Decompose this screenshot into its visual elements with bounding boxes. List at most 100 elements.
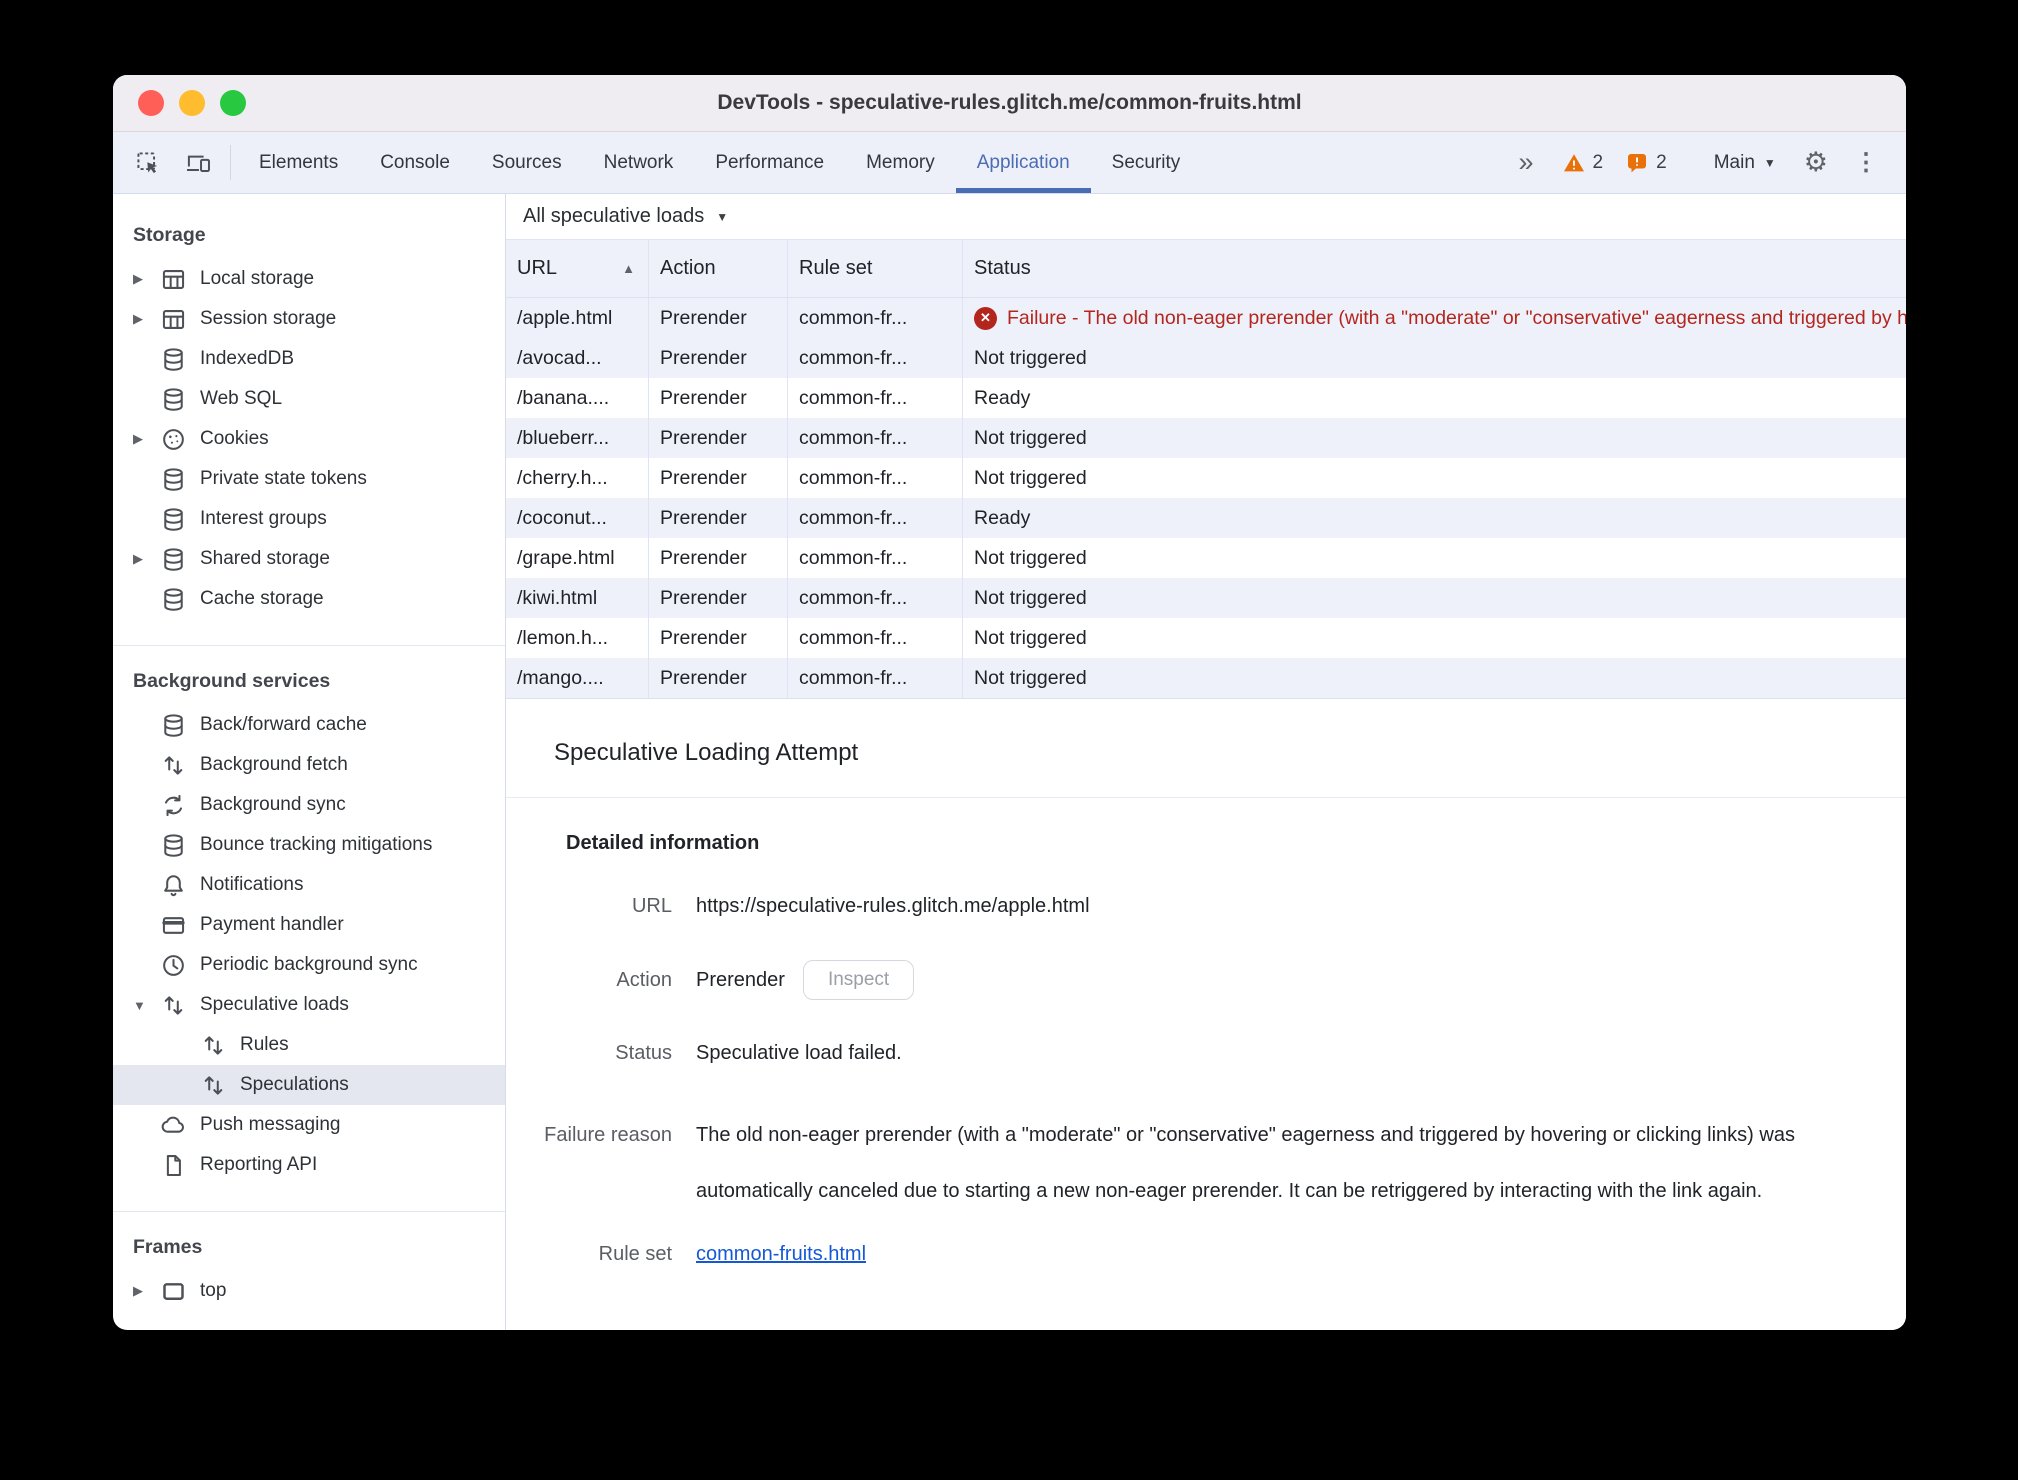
sidebar-item-label: Speculations <box>240 1074 349 1095</box>
tab-memory[interactable]: Memory <box>845 132 956 193</box>
sidebar-item-local-storage[interactable]: ▶ Local storage <box>113 259 505 299</box>
cell-status: Not triggered <box>974 426 1087 449</box>
kebab-menu-button[interactable]: ⋮ <box>1844 150 1888 175</box>
table-row[interactable]: /coconut... Prerender common-fr... Ready <box>506 498 1906 538</box>
arrows-updown-icon <box>164 755 183 775</box>
table-row[interactable]: /banana.... Prerender common-fr... Ready <box>506 378 1906 418</box>
sidebar-item-top[interactable]: ▶ top <box>113 1271 505 1311</box>
column-header-action[interactable]: Action <box>649 240 788 297</box>
detail-row-url: URL https://speculative-rules.glitch.me/… <box>520 895 1906 918</box>
sidebar-item-bounce-tracking-mitigations[interactable]: Bounce tracking mitigations <box>113 825 505 865</box>
sidebar-item-indexeddb[interactable]: IndexedDB <box>113 339 505 379</box>
column-header-rule-set[interactable]: Rule set <box>788 240 963 297</box>
zoom-window-button[interactable] <box>220 90 246 116</box>
sidebar-item-back-forward-cache[interactable]: Back/forward cache <box>113 705 505 745</box>
tab-application[interactable]: Application <box>955 132 1091 193</box>
arrows-updown-icon <box>204 1035 223 1055</box>
sidebar-item-background-sync[interactable]: Background sync <box>113 785 505 825</box>
sidebar-section-background-services: Background services Back/forward cache Bac… <box>113 646 505 1212</box>
sidebar-item-shared-storage[interactable]: ▶ Shared storage <box>113 539 505 579</box>
settings-button[interactable]: ⚙ <box>1794 149 1838 176</box>
device-toolbar-button[interactable] <box>173 132 223 193</box>
table-row[interactable]: /lemon.h... Prerender common-fr... Not trig… <box>506 618 1906 658</box>
table-icon <box>162 269 185 289</box>
speculation-filter-dropdown[interactable]: All speculative loads ▼ <box>506 194 1906 240</box>
status-value: Speculative load failed. <box>696 1042 902 1064</box>
table-row[interactable]: /kiwi.html Prerender common-fr... Not trigg… <box>506 578 1906 618</box>
close-window-button[interactable] <box>138 90 164 116</box>
window-title: DevTools - speculative-rules.glitch.me/c… <box>717 91 1302 114</box>
inspect-prerender-button[interactable]: Inspect <box>802 960 915 1000</box>
sidebar-item-label: Session storage <box>200 308 337 329</box>
table-row[interactable]: /mango.... Prerender common-fr... Not trigg… <box>506 658 1906 698</box>
disclosure-triangle[interactable]: ▼ <box>133 998 160 1013</box>
main-context-selector[interactable]: Main ▼ <box>1702 152 1788 174</box>
sidebar-item-interest-groups[interactable]: Interest groups <box>113 499 505 539</box>
tab-console[interactable]: Console <box>359 132 471 193</box>
tab-security[interactable]: Security <box>1091 132 1202 193</box>
issues-indicator[interactable]: 2 <box>1617 151 1675 175</box>
more-tabs-button[interactable]: » <box>1505 149 1548 176</box>
table-row[interactable]: /grape.html Prerender common-fr... Not trig… <box>506 538 1906 578</box>
table-row[interactable]: /avocad... Prerender common-fr... Not trigg… <box>506 338 1906 378</box>
table-row[interactable]: /cherry.h... Prerender common-fr... Not tri… <box>506 458 1906 498</box>
issues-count: 2 <box>1656 151 1667 173</box>
sidebar-item-web-sql[interactable]: Web SQL <box>113 379 505 419</box>
sidebar-item-label: Background sync <box>200 794 346 815</box>
devtools-window: DevTools - speculative-rules.glitch.me/c… <box>113 75 1906 1330</box>
minimize-window-button[interactable] <box>179 90 205 116</box>
table-row[interactable]: /apple.html Prerender common-fr... ✕ Failure… <box>506 298 1906 338</box>
cloud-icon <box>161 1116 184 1133</box>
sidebar-item-payment-handler[interactable]: Payment handler <box>113 905 505 945</box>
application-sidebar: Storage ▶ Local storage ▶ Session storage Ind… <box>113 194 506 1330</box>
disclosure-triangle[interactable]: ▶ <box>133 1283 160 1299</box>
cell-action: Prerender <box>649 378 788 418</box>
failure-reason-label: Failure reason <box>544 1124 672 1146</box>
rule-set-link[interactable]: common-fruits.html <box>696 1243 866 1265</box>
sidebar-item-cookies[interactable]: ▶ Cookies <box>113 419 505 459</box>
sidebar-item-background-fetch[interactable]: Background fetch <box>113 745 505 785</box>
disclosure-triangle[interactable]: ▶ <box>133 311 160 327</box>
sidebar-item-private-state-tokens[interactable]: Private state tokens <box>113 459 505 499</box>
sidebar-item-label: Back/forward cache <box>200 714 367 735</box>
sidebar-item-push-messaging[interactable]: Push messaging <box>113 1105 505 1145</box>
cell-url: /banana.... <box>506 378 649 418</box>
database-icon <box>164 347 183 371</box>
table-row[interactable]: /blueberr... Prerender common-fr... Not tri… <box>506 418 1906 458</box>
console-warnings-indicator[interactable]: 2 <box>1554 151 1612 175</box>
detail-row-failure-reason: Failure reason The old non-eager prerend… <box>520 1107 1906 1219</box>
database-icon <box>164 713 183 737</box>
sidebar-item-rules[interactable]: Rules <box>113 1025 505 1065</box>
sidebar-item-label: Interest groups <box>200 508 327 529</box>
sidebar-item-periodic-background-sync[interactable]: Periodic background sync <box>113 945 505 985</box>
disclosure-triangle[interactable]: ▶ <box>133 431 160 447</box>
warning-triangle-icon <box>1563 153 1584 171</box>
cell-status: ✕ Failure - The old non-eager prerender (… <box>963 298 1906 338</box>
cell-rule-set: common-fr... <box>788 338 963 378</box>
disclosure-triangle[interactable]: ▶ <box>133 271 160 287</box>
sidebar-item-label: Web SQL <box>200 388 283 409</box>
cell-action: Prerender <box>649 338 788 378</box>
sidebar-item-speculative-loads[interactable]: ▼ Speculative loads <box>113 985 505 1025</box>
speculations-table: URL ▲ Action Rule set Status /apple.html… <box>506 240 1906 699</box>
failure-icon: ✕ <box>974 306 997 330</box>
speculation-details-report: Speculative Loading Attempt Detailed inf… <box>506 699 1906 1330</box>
disclosure-triangle[interactable]: ▶ <box>133 551 160 567</box>
sidebar-item-reporting-api[interactable]: Reporting API <box>113 1145 505 1185</box>
sidebar-item-label: Rules <box>240 1034 289 1055</box>
cell-action: Prerender <box>649 458 788 498</box>
sidebar-item-speculations[interactable]: Speculations <box>113 1065 505 1105</box>
tab-elements[interactable]: Elements <box>238 132 359 193</box>
tab-sources[interactable]: Sources <box>471 132 583 193</box>
sidebar-item-cache-storage[interactable]: Cache storage <box>113 579 505 619</box>
tab-performance[interactable]: Performance <box>694 132 845 193</box>
column-header-url[interactable]: URL ▲ <box>506 240 649 297</box>
cell-action: Prerender <box>649 498 788 538</box>
sidebar-item-notifications[interactable]: Notifications <box>113 865 505 905</box>
inspect-icon <box>137 151 158 173</box>
column-header-status[interactable]: Status <box>963 240 1906 297</box>
inspect-element-button[interactable] <box>123 132 173 193</box>
sidebar-item-session-storage[interactable]: ▶ Session storage <box>113 299 505 339</box>
tab-network[interactable]: Network <box>583 132 695 193</box>
chevron-down-icon: ▼ <box>716 209 729 224</box>
